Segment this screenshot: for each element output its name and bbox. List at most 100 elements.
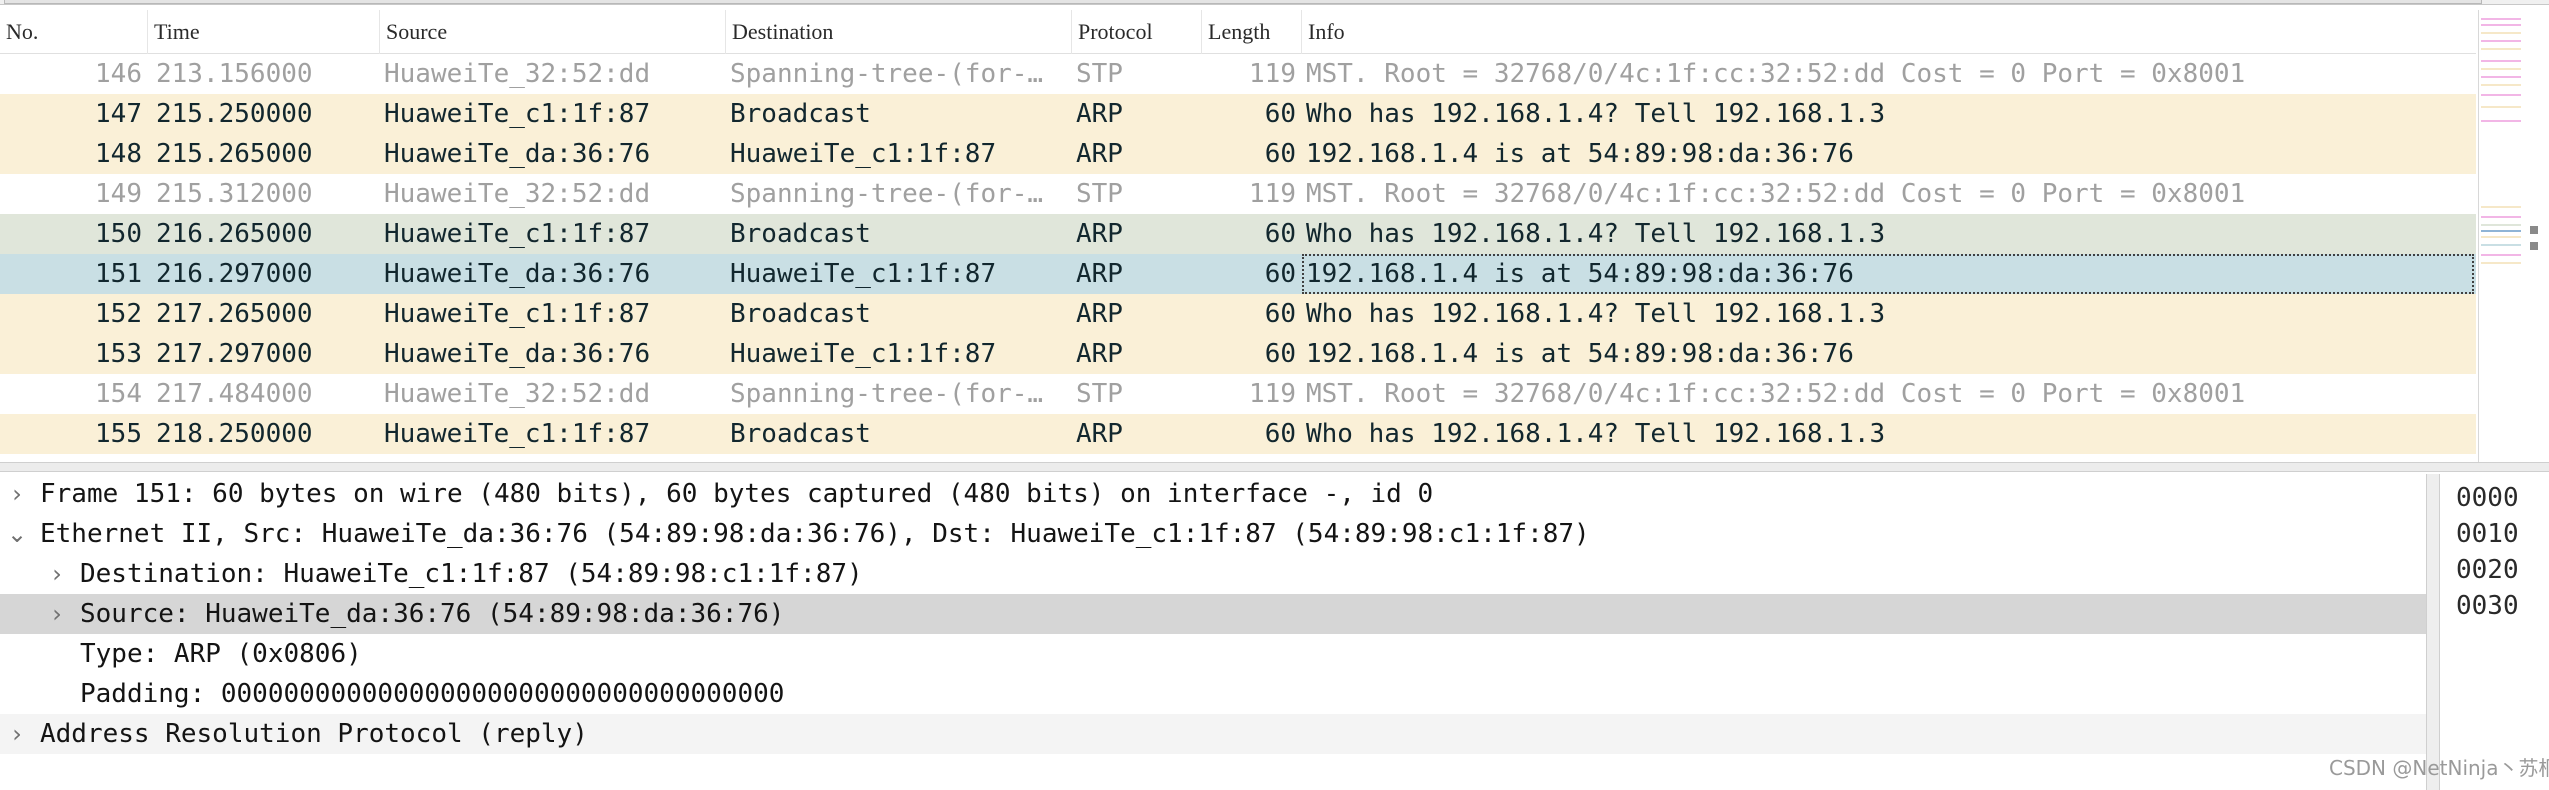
minimap-stripe	[2481, 216, 2521, 218]
packet-length: 60	[1264, 219, 1296, 249]
detail-tree-label: Source: HuaweiTe_da:36:76 (54:89:98:da:3…	[80, 599, 785, 629]
pane-splitter[interactable]	[0, 462, 2549, 472]
detail-tree-label: Ethernet II, Src: HuaweiTe_da:36:76 (54:…	[40, 519, 1590, 549]
packet-source: HuaweiTe_32:52:dd	[384, 179, 651, 209]
packet-source: HuaweiTe_c1:1f:87	[384, 219, 651, 249]
packet-list-pane[interactable]: No. Time Source Destination Protocol Len…	[0, 10, 2476, 462]
packet-no: 148	[95, 139, 142, 169]
detail-tree-item[interactable]: Padding: 0000000000000000000000000000000…	[0, 674, 2426, 714]
minimap-stripe	[2481, 68, 2521, 70]
watermark: CSDN @NetNinja丶苏桐	[2329, 756, 2549, 780]
column-header-no[interactable]: No.	[0, 10, 148, 54]
minimap-stripe	[2481, 84, 2521, 86]
minimap-stripe	[2481, 32, 2521, 34]
expand-right-icon[interactable]: ›	[42, 594, 72, 634]
packet-time: 216.297000	[156, 259, 313, 289]
packet-time: 215.312000	[156, 179, 313, 209]
column-header-time[interactable]: Time	[148, 10, 380, 54]
hex-offset: 0030	[2456, 591, 2519, 621]
column-header-length[interactable]: Length	[1202, 10, 1302, 54]
packet-no: 149	[95, 179, 142, 209]
packet-protocol: ARP	[1076, 339, 1123, 369]
packet-row[interactable]: 154 217.484000 HuaweiTe_32:52:dd Spanning-t…	[0, 374, 2476, 414]
packet-no: 155	[95, 419, 142, 449]
packet-source: HuaweiTe_da:36:76	[384, 339, 651, 369]
column-header-protocol[interactable]: Protocol	[1072, 10, 1202, 54]
packet-destination: Spanning-tree-(for-…	[730, 179, 1044, 209]
packet-length: 119	[1249, 379, 1296, 409]
hex-offset: 0010	[2456, 519, 2519, 549]
packet-no: 153	[95, 339, 142, 369]
packet-protocol: ARP	[1076, 99, 1123, 129]
packet-source: HuaweiTe_32:52:dd	[384, 379, 651, 409]
packet-info: Who has 192.168.1.4? Tell 192.168.1.3	[1306, 299, 1886, 329]
expand-right-icon[interactable]: ›	[2, 474, 32, 514]
packet-destination: HuaweiTe_c1:1f:87	[730, 339, 997, 369]
packet-info: MST. Root = 32768/0/4c:1f:cc:32:52:dd Co…	[1306, 179, 2246, 209]
column-header-source[interactable]: Source	[380, 10, 726, 54]
packet-protocol: STP	[1076, 379, 1123, 409]
detail-tree-label: Destination: HuaweiTe_c1:1f:87 (54:89:98…	[80, 559, 863, 589]
column-header-info[interactable]: Info	[1302, 10, 2476, 54]
minimap-stripe	[2481, 94, 2521, 96]
packet-protocol: ARP	[1076, 419, 1123, 449]
packet-info: MST. Root = 32768/0/4c:1f:cc:32:52:dd Co…	[1306, 379, 2246, 409]
detail-tree-item[interactable]: › Frame 151: 60 bytes on wire (480 bits),…	[0, 474, 2426, 514]
packet-row[interactable]: 152 217.265000 HuaweiTe_c1:1f:87 Broadcast A…	[0, 294, 2476, 334]
minimap-stripe	[2481, 262, 2521, 264]
packet-row[interactable]: 151 216.297000 HuaweiTe_da:36:76 HuaweiTe_c…	[0, 254, 2476, 294]
packet-destination: Broadcast	[730, 99, 871, 129]
packet-length: 60	[1264, 139, 1296, 169]
packet-row[interactable]: 148 215.265000 HuaweiTe_da:36:76 HuaweiTe_c…	[0, 134, 2476, 174]
detail-tree-item[interactable]: ⌄ Ethernet II, Src: HuaweiTe_da:36:76 (54…	[0, 514, 2426, 554]
packet-time: 218.250000	[156, 419, 313, 449]
packet-length: 60	[1264, 299, 1296, 329]
expand-right-icon[interactable]: ›	[2, 714, 32, 754]
minimap-stripe	[2481, 224, 2521, 226]
packet-time: 213.156000	[156, 59, 313, 89]
packet-no: 151	[95, 259, 142, 289]
detail-tree-item[interactable]: › Address Resolution Protocol (reply)	[0, 714, 2426, 754]
detail-tree-item[interactable]: › Destination: HuaweiTe_c1:1f:87 (54:89:9…	[0, 554, 2426, 594]
packet-time: 217.265000	[156, 299, 313, 329]
packet-no: 152	[95, 299, 142, 329]
minimap-stripe	[2481, 48, 2521, 50]
hex-offset: 0000	[2456, 483, 2519, 513]
packet-destination: HuaweiTe_c1:1f:87	[730, 259, 997, 289]
expand-down-icon[interactable]: ⌄	[2, 514, 32, 554]
packet-protocol: ARP	[1076, 299, 1123, 329]
packet-row[interactable]: 153 217.297000 HuaweiTe_da:36:76 HuaweiTe_c…	[0, 334, 2476, 374]
column-header-destination[interactable]: Destination	[726, 10, 1072, 54]
packet-bytes-pane[interactable]: 0000 0010 0020 0030	[2440, 474, 2549, 790]
packet-time: 215.250000	[156, 99, 313, 129]
packet-row[interactable]: 155 218.250000 HuaweiTe_c1:1f:87 Broadcast A…	[0, 414, 2476, 454]
packet-length: 60	[1264, 259, 1296, 289]
packet-source: HuaweiTe_32:52:dd	[384, 59, 651, 89]
packet-no: 147	[95, 99, 142, 129]
packet-destination: HuaweiTe_c1:1f:87	[730, 139, 997, 169]
detail-tree-item[interactable]: Type: ARP (0x0806)	[0, 634, 2426, 674]
packet-length: 119	[1249, 179, 1296, 209]
packet-row[interactable]: 150 216.265000 HuaweiTe_c1:1f:87 Broadcast A…	[0, 214, 2476, 254]
packet-row[interactable]: 147 215.250000 HuaweiTe_c1:1f:87 Broadcast A…	[0, 94, 2476, 134]
packet-source: HuaweiTe_da:36:76	[384, 259, 651, 289]
expand-right-icon[interactable]: ›	[42, 554, 72, 594]
packet-destination: Broadcast	[730, 419, 871, 449]
packet-source: HuaweiTe_c1:1f:87	[384, 99, 651, 129]
detail-tree-label: Type: ARP (0x0806)	[80, 639, 362, 669]
packet-details-pane[interactable]: › Frame 151: 60 bytes on wire (480 bits),…	[0, 474, 2426, 790]
detail-tree-label: Frame 151: 60 bytes on wire (480 bits), …	[40, 479, 1434, 509]
minimap-stripe	[2481, 24, 2521, 26]
packet-row[interactable]: 149 215.312000 HuaweiTe_32:52:dd Spanning-t…	[0, 174, 2476, 214]
packet-minimap[interactable]	[2478, 10, 2522, 462]
packet-info: Who has 192.168.1.4? Tell 192.168.1.3	[1306, 99, 1886, 129]
display-filter-bar-edge	[4, 0, 2482, 4]
minimap-stripe	[2481, 236, 2521, 238]
packet-info: MST. Root = 32768/0/4c:1f:cc:32:52:dd Co…	[1306, 59, 2246, 89]
packet-row[interactable]: 146 213.156000 HuaweiTe_32:52:dd Spanning-t…	[0, 54, 2476, 94]
packet-no: 154	[95, 379, 142, 409]
details-hex-splitter[interactable]	[2426, 474, 2440, 790]
packet-length: 60	[1264, 339, 1296, 369]
detail-tree-item[interactable]: › Source: HuaweiTe_da:36:76 (54:89:98:da:…	[0, 594, 2426, 634]
packet-time: 217.297000	[156, 339, 313, 369]
